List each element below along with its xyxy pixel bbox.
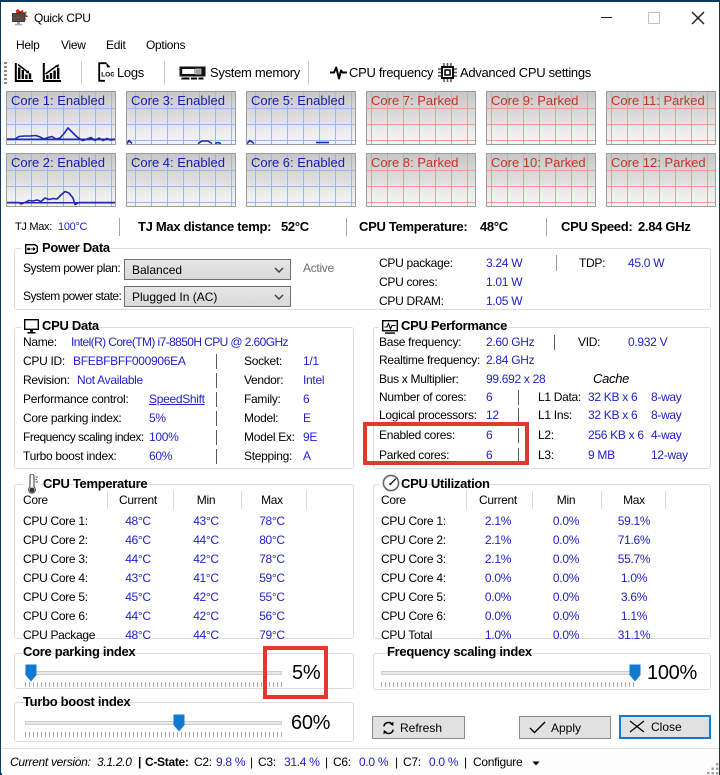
svg-text:LOG: LOG [101,72,114,79]
